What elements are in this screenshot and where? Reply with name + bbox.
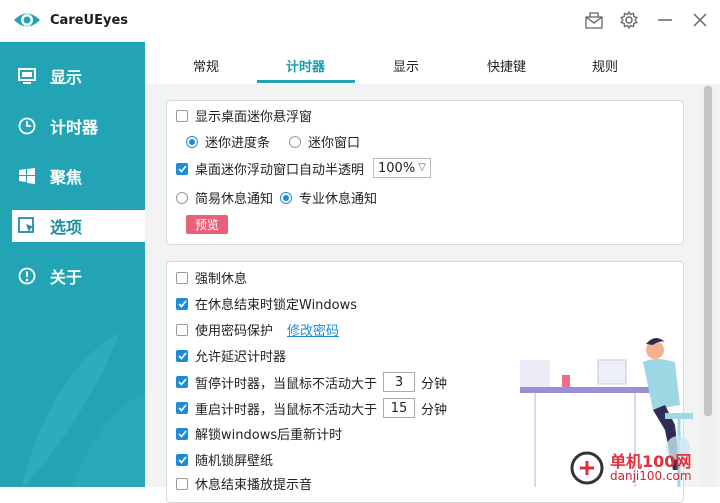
mail-icon[interactable] xyxy=(583,9,605,31)
pause-timer-option[interactable]: 暂停计时器，当鼠标不活动大于 3 分钟 xyxy=(176,372,447,392)
checkbox[interactable] xyxy=(176,349,188,362)
auto-transparent-option[interactable]: 桌面迷你浮动窗口自动半透明 xyxy=(176,159,364,178)
tab-hotkeys[interactable]: 快捷键 xyxy=(487,56,526,75)
checkmark-icon xyxy=(177,351,187,360)
tab-bar: 常规 计时器 显示 快捷键 规则 xyxy=(145,42,720,84)
radio-button[interactable] xyxy=(186,135,198,148)
checkmark-icon xyxy=(177,404,187,412)
unlock-reset-option[interactable]: 解锁windows后重新计时 xyxy=(176,424,342,443)
checkbox[interactable] xyxy=(176,402,188,414)
checkbox[interactable] xyxy=(176,453,188,466)
preview-button[interactable]: 预览 xyxy=(186,215,228,234)
rest-sound-option[interactable]: 休息结束播放提示音 xyxy=(176,474,312,493)
checkmark-icon xyxy=(177,429,187,438)
tab-general[interactable]: 常规 xyxy=(193,56,219,75)
pause-minutes-input[interactable]: 3 xyxy=(383,372,416,392)
allow-delay-option[interactable]: 允许延迟计时器 xyxy=(176,346,286,365)
show-mini-window-option[interactable]: 显示桌面迷你悬浮窗 xyxy=(176,106,312,125)
option-label: 显示桌面迷你悬浮窗 xyxy=(195,110,313,125)
app-title: CareUEyes xyxy=(50,13,129,28)
password-option[interactable]: 使用密码保护 修改密码 xyxy=(176,320,339,339)
active-tab-indicator xyxy=(257,80,355,83)
checkbox[interactable] xyxy=(176,297,188,310)
leaf-decoration xyxy=(21,332,145,487)
sidebar-item-label: 显示 xyxy=(50,68,83,87)
monitor-icon xyxy=(16,65,38,87)
tab-rules[interactable]: 规则 xyxy=(592,56,618,75)
sidebar-item-about[interactable]: 关于 xyxy=(12,260,145,292)
sidebar-item-focus[interactable]: 聚焦 xyxy=(12,160,145,192)
option-label: 允许延迟计时器 xyxy=(195,350,287,365)
clock-icon xyxy=(16,115,38,137)
tab-timer[interactable]: 计时器 xyxy=(286,56,325,75)
checkmark-icon xyxy=(177,164,187,173)
force-rest-option[interactable]: 强制休息 xyxy=(176,268,247,287)
checkbox[interactable] xyxy=(176,323,188,336)
change-password-link[interactable]: 修改密码 xyxy=(287,320,339,339)
checkbox[interactable] xyxy=(176,109,188,122)
sidebar-item-options[interactable]: 选项 xyxy=(12,210,145,242)
radio-button[interactable] xyxy=(289,135,301,148)
option-label: 简易休息通知 xyxy=(195,192,274,207)
restart-timer-option[interactable]: 重启计时器，当鼠标不活动大于 15 分钟 xyxy=(176,398,447,418)
select-value: 100% xyxy=(378,160,416,176)
option-label: 迷你窗口 xyxy=(308,136,361,151)
unit-label: 分钟 xyxy=(421,402,448,418)
option-label: 暂停计时器，当鼠标不活动大于 xyxy=(195,376,378,392)
title-bar: CareUEyes xyxy=(0,0,720,42)
sidebar-item-display[interactable]: 显示 xyxy=(12,60,145,92)
watermark-logo-icon xyxy=(570,451,604,484)
gear-icon[interactable] xyxy=(618,9,640,31)
transparency-select[interactable]: 100% ▽ xyxy=(373,158,431,178)
unit-label: 分钟 xyxy=(421,376,448,392)
simple-notify-option[interactable]: 简易休息通知 xyxy=(176,188,273,207)
radio-button[interactable] xyxy=(280,191,292,204)
checkbox[interactable] xyxy=(176,162,188,175)
windows-icon xyxy=(16,165,38,187)
checkbox[interactable] xyxy=(176,427,188,440)
checkmark-icon xyxy=(177,378,187,386)
checkmark-icon xyxy=(177,299,187,308)
sidebar: 显示 计时器 聚焦 选项 关于 xyxy=(0,42,145,487)
eye-logo-icon xyxy=(14,13,40,27)
info-icon xyxy=(16,265,38,287)
random-wallpaper-option[interactable]: 随机锁屏壁纸 xyxy=(176,450,273,469)
option-label: 重启计时器，当鼠标不活动大于 xyxy=(195,402,378,418)
watermark-sub-text: danji100.com xyxy=(610,468,692,483)
option-label: 迷你进度条 xyxy=(205,136,271,151)
checkbox[interactable] xyxy=(176,376,188,388)
tab-display[interactable]: 显示 xyxy=(393,56,419,75)
sidebar-item-timer[interactable]: 计时器 xyxy=(12,110,145,142)
mode-progress-option[interactable]: 迷你进度条 xyxy=(186,132,270,151)
sidebar-item-label: 选项 xyxy=(50,218,83,237)
option-label: 使用密码保护 xyxy=(195,324,274,339)
option-label: 专业休息通知 xyxy=(299,192,378,207)
lock-windows-option[interactable]: 在休息结束时锁定Windows xyxy=(176,294,357,313)
restart-minutes-input[interactable]: 15 xyxy=(383,398,416,418)
minimize-icon[interactable] xyxy=(654,9,676,31)
mode-window-option[interactable]: 迷你窗口 xyxy=(289,132,360,151)
checkbox[interactable] xyxy=(176,271,188,284)
option-label: 解锁windows后重新计时 xyxy=(195,428,343,443)
checkbox[interactable] xyxy=(176,477,188,490)
sidebar-item-label: 关于 xyxy=(50,268,83,287)
option-label: 随机锁屏壁纸 xyxy=(195,454,274,469)
chevron-down-icon: ▽ xyxy=(418,162,426,173)
option-label: 在休息结束时锁定Windows xyxy=(195,298,358,313)
watermark-main-text: 单机100网 xyxy=(610,451,692,471)
cursor-window-icon xyxy=(16,215,38,237)
sidebar-item-label: 计时器 xyxy=(50,118,99,137)
option-label: 休息结束播放提示音 xyxy=(195,478,313,493)
sidebar-item-label: 聚焦 xyxy=(50,168,83,187)
radio-button[interactable] xyxy=(176,191,188,204)
close-icon[interactable] xyxy=(689,9,711,31)
scrollbar-thumb[interactable] xyxy=(704,86,712,416)
option-label: 桌面迷你浮动窗口自动半透明 xyxy=(195,163,365,178)
checkmark-icon xyxy=(177,455,187,464)
option-label: 强制休息 xyxy=(195,272,248,287)
pro-notify-option[interactable]: 专业休息通知 xyxy=(280,188,377,207)
watermark: 单机100网 danji100.com xyxy=(570,448,720,487)
